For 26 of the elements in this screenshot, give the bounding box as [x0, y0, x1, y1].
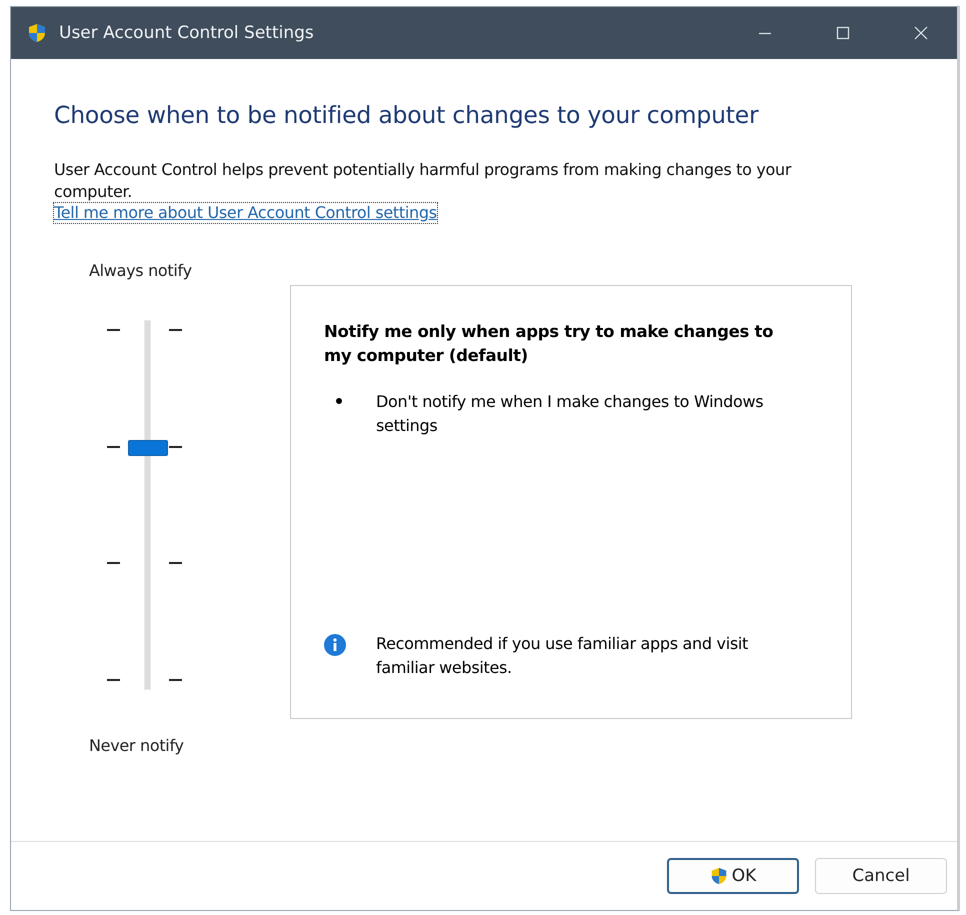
tick-mark [107, 446, 120, 448]
tick-mark [169, 679, 182, 681]
maximize-icon[interactable] [835, 25, 851, 41]
tick-mark [169, 562, 182, 564]
level-title: Notify me only when apps try to make changes to my computer (default) [324, 321, 774, 367]
tick-mark [107, 329, 120, 331]
info-icon [324, 634, 346, 656]
close-icon[interactable] [913, 25, 929, 41]
help-link[interactable]: Tell me more about User Account Control settings [54, 203, 437, 223]
slider-top-label: Always notify [89, 261, 193, 280]
slider-thumb[interactable] [128, 440, 168, 456]
tick-mark [169, 329, 182, 331]
cancel-button[interactable]: Cancel [815, 858, 947, 894]
bullet-text: Don't notify me when I make changes to Windows settings [376, 391, 764, 437]
bullet-icon [336, 398, 342, 404]
tick-mark [169, 446, 182, 448]
tick-mark [107, 562, 120, 564]
tick-mark [107, 679, 120, 681]
ok-button[interactable]: OK [667, 858, 799, 894]
shield-icon [710, 867, 728, 885]
recommendation-text: Recommended if you use familiar apps and visit familiar websites. [376, 633, 750, 679]
slider-bottom-label: Never notify [89, 736, 185, 755]
shield-icon [27, 23, 47, 43]
window-title: User Account Control Settings [59, 23, 314, 43]
description-text: User Account Control helps prevent potentially harmful programs from making changes to your computer. [54, 159, 792, 203]
page-heading: Choose when to be notified about changes to your computer [54, 101, 760, 129]
